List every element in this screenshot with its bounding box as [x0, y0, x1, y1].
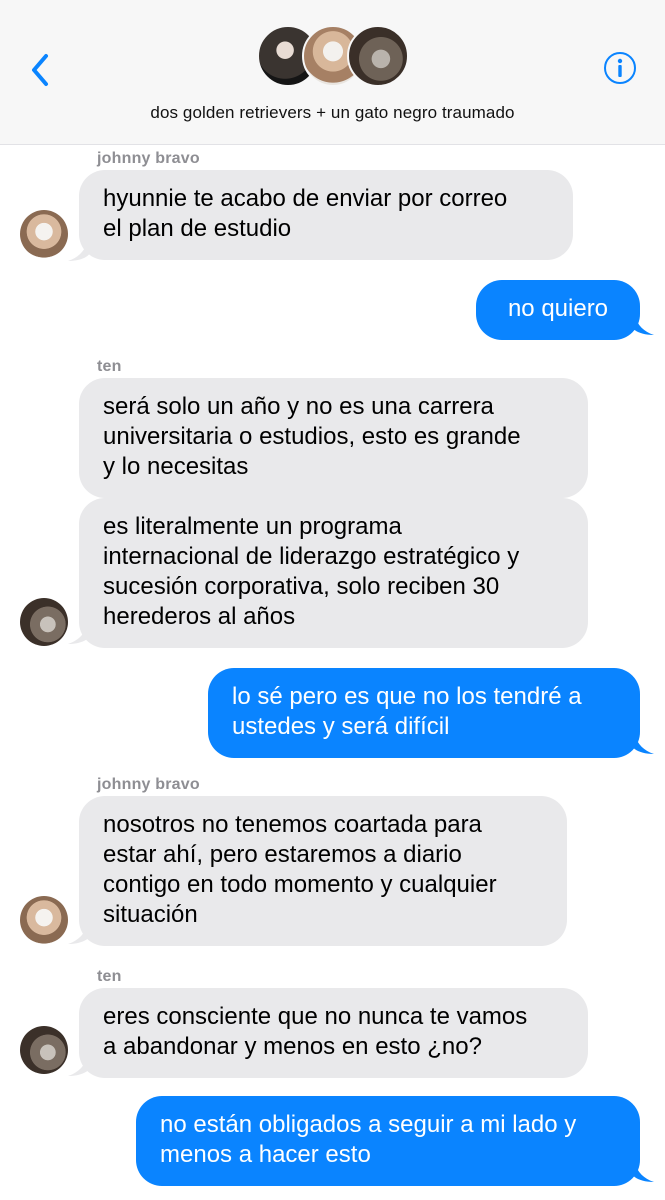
- message-thread[interactable]: johnny bravo hyunnie te acabo de enviar …: [0, 146, 665, 1200]
- message-bubble-incoming[interactable]: eres consciente que no nunca te vamos a …: [79, 988, 588, 1078]
- message-bubble-incoming[interactable]: hyunnie te acabo de enviar por correo el…: [79, 170, 573, 260]
- message-line: no quiero: [507, 295, 609, 322]
- avatar-johnny[interactable]: [20, 210, 68, 258]
- sender-name: johnny bravo: [97, 776, 200, 793]
- message-line: nosotros no tenemos coartada para: [103, 811, 482, 838]
- message-line: y lo necesitas: [103, 453, 249, 480]
- message-bubble-incoming[interactable]: es literalmente un programa internaciona…: [79, 498, 588, 648]
- message-line: ustedes y será difícil: [232, 713, 450, 740]
- message-line: es literalmente un programa: [103, 513, 402, 540]
- message-line: estar ahí, pero estaremos a diario: [103, 841, 462, 868]
- message-line: eres consciente que no nunca te vamos: [103, 1003, 528, 1030]
- group-avatars[interactable]: [257, 25, 409, 89]
- avatar-johnny[interactable]: [20, 896, 68, 944]
- message-line: situación: [103, 901, 198, 928]
- chevron-left-icon[interactable]: [26, 50, 56, 90]
- info-circle-icon[interactable]: [603, 51, 637, 85]
- message-line: contigo en todo momento y cualquier: [103, 871, 497, 898]
- avatar-ten[interactable]: [20, 1026, 68, 1074]
- message-line: herederos al años: [103, 603, 296, 630]
- message-bubble-outgoing[interactable]: no quiero: [476, 280, 640, 340]
- message-line: menos a hacer esto: [160, 1141, 371, 1168]
- group-name[interactable]: dos golden retrievers + un gato negro tr…: [0, 103, 665, 123]
- sender-name: ten: [97, 968, 122, 985]
- message-bubble-incoming[interactable]: nosotros no tenemos coartada para estar …: [79, 796, 567, 946]
- message-line: no están obligados a seguir a mi lado y: [160, 1111, 577, 1138]
- group-avatar-3: [347, 25, 409, 87]
- message-line: lo sé pero es que no los tendré a: [232, 683, 582, 710]
- message-line: el plan de estudio: [103, 215, 292, 242]
- message-line: sucesión corporativa, solo reciben 30: [103, 573, 500, 600]
- message-bubble-outgoing[interactable]: lo sé pero es que no los tendré a ustede…: [208, 668, 640, 758]
- sender-name: johnny bravo: [97, 150, 200, 167]
- conversation-header: dos golden retrievers + un gato negro tr…: [0, 0, 665, 145]
- message-line: a abandonar y menos en esto ¿no?: [103, 1033, 482, 1060]
- message-bubble-outgoing[interactable]: no están obligados a seguir a mi lado y …: [136, 1096, 640, 1186]
- avatar-ten[interactable]: [20, 598, 68, 646]
- message-bubble-incoming[interactable]: será solo un año y no es una carrera uni…: [79, 378, 588, 498]
- message-line: universitaria o estudios, esto es grande: [103, 423, 521, 450]
- sender-name: ten: [97, 358, 122, 375]
- message-line: hyunnie te acabo de enviar por correo: [103, 185, 508, 212]
- message-line: internacional de liderazgo estratégico y: [103, 543, 520, 570]
- message-line: será solo un año y no es una carrera: [103, 393, 494, 420]
